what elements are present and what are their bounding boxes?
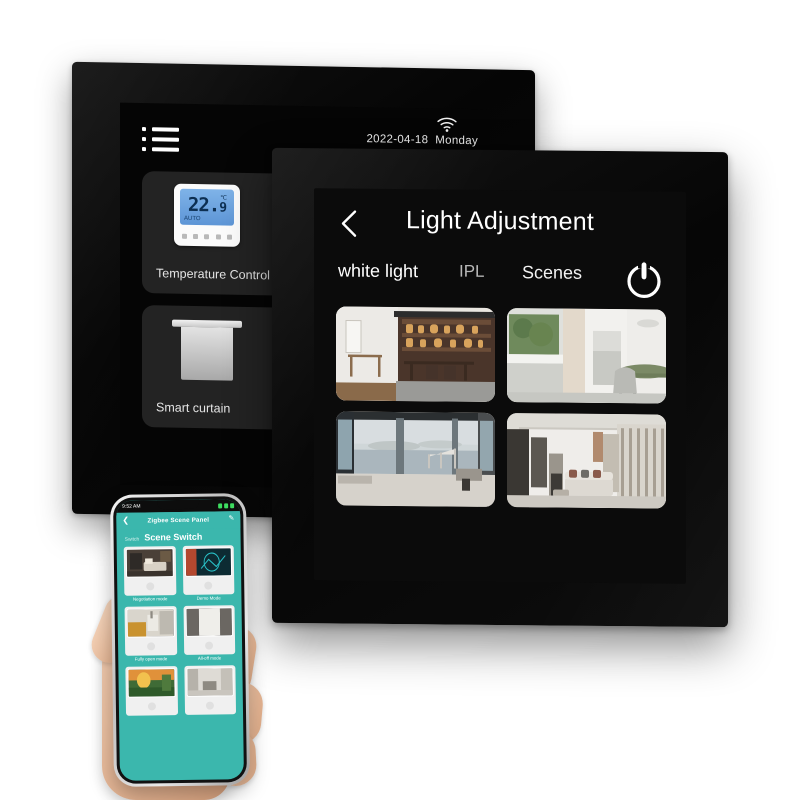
phone-scene-label [126, 716, 177, 717]
phone-scene-card[interactable] [182, 545, 235, 595]
menu-bar [152, 137, 179, 142]
scene-tile-sea-view[interactable] [336, 411, 495, 507]
device-label-curtain: Smart curtain [156, 400, 231, 416]
date-text: 2022-04-18 [366, 133, 429, 147]
phone-scene-grid: Negotiation mode Demo Mode Fully open mo… [117, 543, 243, 719]
curtain-icon [172, 319, 242, 385]
power-icon[interactable] [622, 257, 666, 301]
page-title: Light Adjustment [405, 206, 595, 236]
garden-thumb [127, 668, 176, 698]
dining-kitchen-scene [506, 308, 666, 404]
back-chevron-icon[interactable]: ❮ [122, 516, 129, 525]
phone-scene-item[interactable] [183, 665, 237, 716]
kitchen-thumb [126, 608, 175, 638]
light-mode-tabs: white light IPL Scenes [314, 252, 686, 304]
presentation-thumb [184, 547, 233, 577]
switch-label: Switch [124, 536, 140, 543]
menu-dot [142, 137, 146, 142]
wall-panel-light-adjustment[interactable]: Light Adjustment white light IPL Scenes [272, 147, 728, 628]
phone-subtitle: Switch Scene Switch [116, 528, 240, 545]
thermostat-icon: 22.9 ℃ AUTO [174, 183, 240, 247]
status-icons [218, 502, 235, 508]
menu-row [142, 147, 180, 152]
phone-scene-knob[interactable] [205, 641, 214, 650]
menu-dot [142, 147, 146, 152]
phone-scene-card[interactable] [123, 546, 176, 596]
phone-scene-knob[interactable] [147, 702, 156, 711]
thermostat-unit: ℃ [220, 195, 227, 202]
phone-scene-item[interactable]: Fully open mode [124, 606, 177, 662]
wifi-icon [437, 117, 457, 132]
wifi-icon [224, 502, 229, 508]
smartphone[interactable]: 9:52 AM ❮ Zigbee Scene Panel ✎ Switch Sc… [109, 493, 251, 787]
corridor-thumb [185, 667, 234, 697]
phone-scene-label: Fully open mode [134, 656, 168, 662]
phone-scene-item[interactable]: All-off mode [183, 605, 236, 661]
menu-row [142, 127, 180, 132]
light-adjustment-screen: Light Adjustment white light IPL Scenes [314, 188, 686, 584]
thermostat-lcd: 22.9 ℃ AUTO [180, 188, 234, 226]
tab-ipl[interactable]: IPL [459, 262, 485, 282]
scene-tile-tea-room[interactable] [336, 306, 495, 402]
scene-tile-living-room[interactable] [506, 413, 666, 509]
phone-scene-label [185, 715, 236, 716]
device-label-temperature: Temperature Control [156, 266, 270, 283]
living-room-scene [506, 413, 666, 509]
tab-scenes[interactable]: Scenes [522, 262, 582, 284]
phone-screen: 9:52 AM ❮ Zigbee Scene Panel ✎ Switch Sc… [116, 499, 244, 781]
scene-tile-dining-kitchen[interactable] [506, 308, 666, 404]
curtain-cloth [181, 326, 233, 381]
phone-scene-knob[interactable] [206, 701, 215, 710]
phone-scene-knob[interactable] [146, 642, 155, 651]
phone-scene-card[interactable] [183, 665, 237, 715]
phone-scene-card[interactable] [183, 605, 236, 655]
menu-dot [142, 127, 146, 132]
phone-scene-label: Negotiation mode [132, 596, 168, 602]
scene-grid [336, 306, 666, 509]
phone-in-hand: 9:52 AM ❮ Zigbee Scene Panel ✎ Switch Sc… [86, 493, 301, 800]
curtain-thumb [185, 607, 233, 637]
phone-body: 9:52 AM ❮ Zigbee Scene Panel ✎ Switch Sc… [113, 496, 247, 784]
phone-scene-item[interactable]: Demo Mode [182, 545, 235, 601]
scene-switch-title: Scene Switch [144, 531, 203, 543]
phone-scene-card[interactable] [125, 666, 178, 716]
phone-scene-item[interactable]: Negotiation mode [123, 546, 176, 602]
phone-scene-item[interactable] [125, 666, 178, 717]
phone-scene-knob[interactable] [204, 581, 213, 590]
bedroom-thumb [125, 548, 174, 578]
tab-white-light[interactable]: white light [338, 260, 418, 282]
phone-scene-label: Demo Mode [196, 595, 221, 601]
menu-row [142, 137, 180, 142]
status-time: 9:52 AM [122, 503, 141, 510]
light-header: Light Adjustment [314, 188, 686, 258]
sea-view-scene [336, 411, 495, 507]
scene-root: 2022-04-18 Monday 22.9 ℃ AUTO Temperatur… [0, 0, 800, 800]
phone-scene-card[interactable] [124, 606, 177, 656]
battery-icon [230, 502, 235, 508]
phone-notch [157, 499, 200, 510]
phone-nav-bar: ❮ Zigbee Scene Panel ✎ [116, 511, 241, 530]
date-time-label: 2022-04-18 Monday [366, 133, 478, 147]
signal-icon [218, 502, 223, 508]
thermostat-mode: AUTO [184, 215, 201, 223]
phone-scene-label: All-off mode [197, 655, 222, 661]
tea-room-scene [336, 306, 495, 402]
phone-scene-knob[interactable] [145, 582, 155, 591]
menu-bar [152, 127, 179, 132]
weekday-text: Monday [435, 134, 478, 148]
list-menu-icon[interactable] [142, 127, 180, 158]
menu-bar [152, 147, 179, 152]
edit-pencil-icon[interactable]: ✎ [228, 515, 234, 523]
thermostat-buttons [179, 230, 235, 243]
phone-title: Zigbee Scene Panel [147, 516, 210, 525]
